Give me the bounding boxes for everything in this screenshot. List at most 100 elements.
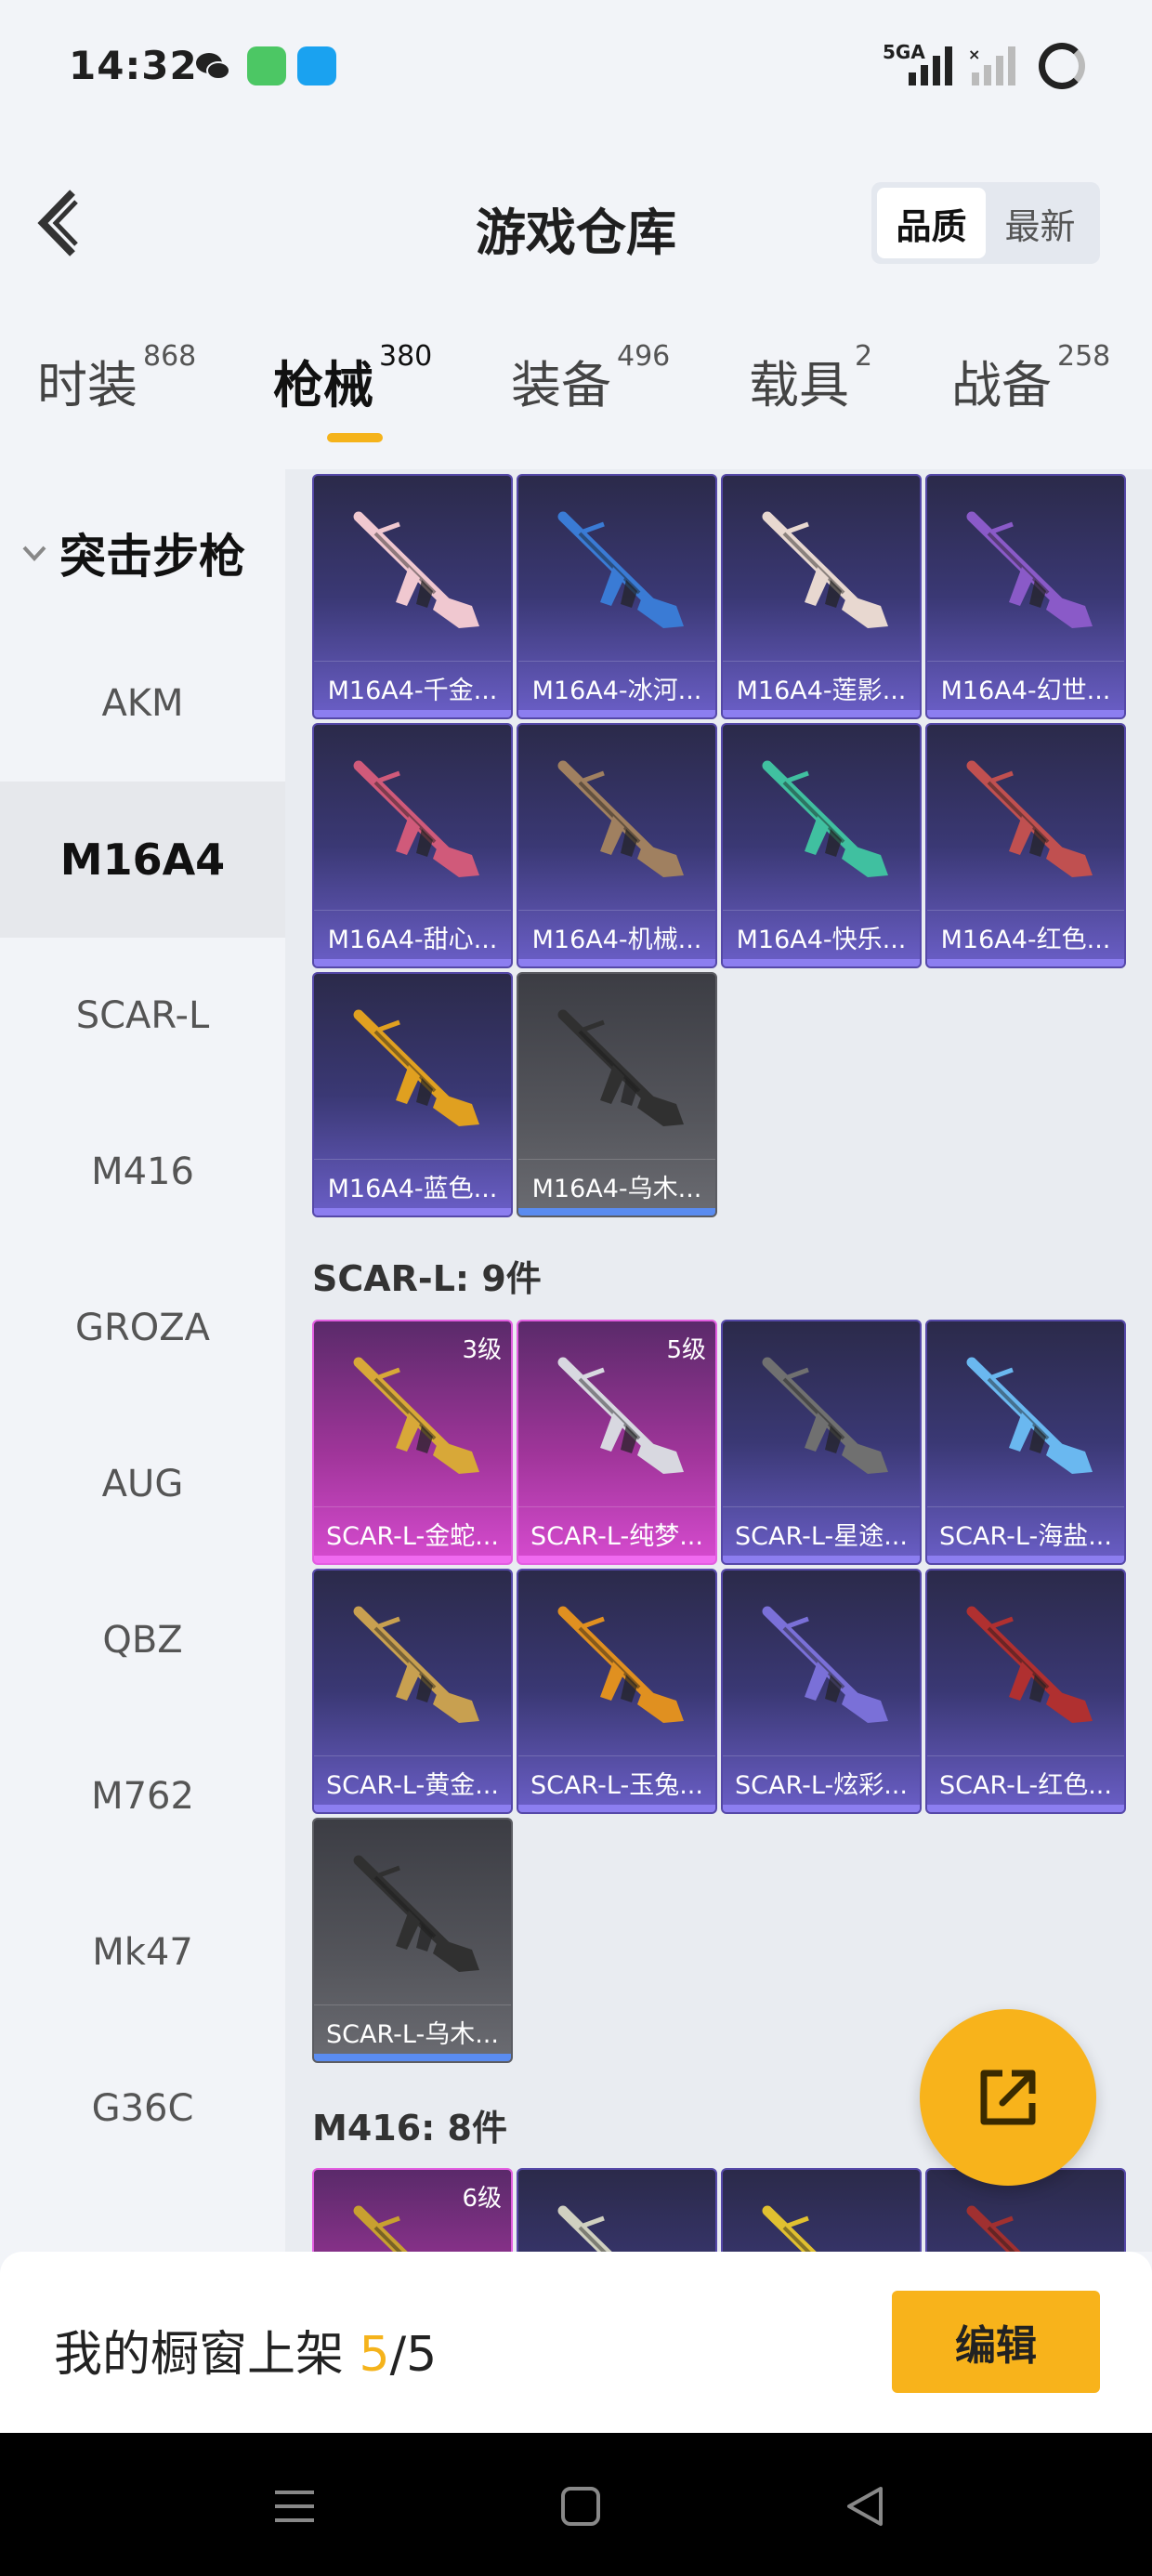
skin-card[interactable] xyxy=(517,2168,717,2252)
rifle-icon xyxy=(762,760,888,877)
level-badge: 3级 xyxy=(462,1336,502,1364)
skin-card[interactable]: SCAR-L-乌木... xyxy=(312,1818,513,2063)
skin-card[interactable]: SCAR-L-红色... xyxy=(925,1569,1126,1814)
label-divider xyxy=(723,910,920,911)
label-divider xyxy=(927,1506,1124,1507)
rifle-icon xyxy=(762,1606,888,1723)
rifle-icon xyxy=(966,511,1093,628)
skin-card[interactable]: M16A4-乌木... xyxy=(517,972,717,1217)
skin-card[interactable]: SCAR-L-海盐... xyxy=(925,1320,1126,1565)
rifle-icon xyxy=(353,760,479,877)
rifle-icon xyxy=(557,511,684,628)
tab-gear[interactable]: 战备 258 xyxy=(951,340,1110,437)
sidebar-item-scar-l[interactable]: SCAR-L xyxy=(0,938,285,1094)
signal-weak-icon: × xyxy=(968,46,1015,85)
skin-name: M16A4-甜心... xyxy=(327,926,498,954)
sidebar-item-m762[interactable]: M762 xyxy=(0,1718,285,1874)
skin-card[interactable]: SCAR-L-玉兔... xyxy=(517,1569,717,1814)
sidebar-item-aug[interactable]: AUG xyxy=(0,1406,285,1562)
skin-card[interactable]: M16A4-千金... xyxy=(312,474,513,719)
skin-card[interactable] xyxy=(721,2168,922,2252)
tab-equipment[interactable]: 装备 496 xyxy=(511,340,670,437)
message-app-icon xyxy=(247,46,286,85)
skin-card[interactable]: M16A4-蓝色... xyxy=(312,972,513,1217)
rarity-bar xyxy=(314,710,511,717)
label-divider xyxy=(314,1755,511,1756)
rifle-icon xyxy=(353,1606,479,1723)
header: 游戏仓库 品质 最新 xyxy=(0,130,1152,316)
sidebar-item-groza[interactable]: GROZA xyxy=(0,1250,285,1406)
sidebar-group-assault-rifles[interactable]: 突击步枪 xyxy=(0,506,285,599)
skin-card[interactable]: M16A4-红色... xyxy=(925,723,1126,968)
skin-card[interactable]: 5级 SCAR-L-纯梦... xyxy=(517,1320,717,1565)
tab-label: 时装 xyxy=(37,356,137,414)
system-nav-bar xyxy=(0,2433,1152,2576)
skin-grid-area: SCAR-L: 9件 M416: 8件 M16A4-千金... M16A4-冰河.… xyxy=(285,469,1152,2252)
back-chevron-icon[interactable] xyxy=(33,181,89,265)
label-divider xyxy=(518,661,715,662)
sidebar-item-m416[interactable]: M416 xyxy=(0,1094,285,1250)
sort-newest-button[interactable]: 最新 xyxy=(986,188,1094,258)
label-divider xyxy=(518,1755,715,1756)
status-bar: 14:32 5GA × xyxy=(0,0,1152,130)
skin-card[interactable]: 3级 SCAR-L-金蛇... xyxy=(312,1320,513,1565)
tab-count: 380 xyxy=(379,340,433,373)
tab-fashion[interactable]: 时装 868 xyxy=(37,340,196,437)
showcase-count: 5 xyxy=(359,2327,390,2383)
rarity-bar xyxy=(927,1556,1124,1563)
rifle-icon xyxy=(966,1357,1093,1474)
skin-card[interactable]: M16A4-快乐... xyxy=(721,723,922,968)
status-time: 14:32 xyxy=(69,43,198,88)
sidebar-item-akm[interactable]: AKM xyxy=(0,625,285,782)
tab-guns[interactable]: 枪械 380 xyxy=(273,340,432,437)
sidebar-item-mk47[interactable]: Mk47 xyxy=(0,1874,285,2031)
edit-button[interactable]: 编辑 xyxy=(892,2291,1100,2393)
sort-quality-button[interactable]: 品质 xyxy=(877,188,986,258)
warehouse-page: 14:32 5GA × 游戏仓库 品质 最新 时装 868 枪械 380 装备 … xyxy=(0,0,1152,2576)
skin-card[interactable]: M16A4-莲影... xyxy=(721,474,922,719)
rarity-bar xyxy=(518,959,715,966)
rarity-bar xyxy=(518,1208,715,1216)
battery-icon xyxy=(1039,43,1085,89)
rifle-icon xyxy=(966,2205,1021,2252)
skin-card[interactable]: M16A4-幻世... xyxy=(925,474,1126,719)
rarity-bar xyxy=(518,1556,715,1563)
rarity-bar xyxy=(314,1208,511,1216)
rarity-bar xyxy=(723,1556,920,1563)
home-icon[interactable] xyxy=(556,2481,606,2531)
skin-card[interactable]: 6级 xyxy=(312,2168,513,2252)
skin-name: M16A4-莲影... xyxy=(736,677,907,705)
share-external-icon xyxy=(980,2070,1036,2125)
skin-name: M16A4-红色... xyxy=(940,926,1111,954)
tab-label: 枪械 xyxy=(273,356,373,414)
skin-card[interactable]: SCAR-L-星途... xyxy=(721,1320,922,1565)
skin-card[interactable]: M16A4-甜心... xyxy=(312,723,513,968)
svg-text:×: × xyxy=(968,46,980,63)
tab-label: 载具 xyxy=(749,356,849,414)
tab-count: 496 xyxy=(617,340,671,373)
section-title-m416: M416: 8件 xyxy=(312,2108,508,2149)
sidebar-item-qbz[interactable]: QBZ xyxy=(0,1562,285,1718)
skin-card[interactable]: SCAR-L-黄金... xyxy=(312,1569,513,1814)
skin-card[interactable]: M16A4-冰河... xyxy=(517,474,717,719)
label-divider xyxy=(723,1755,920,1756)
share-fab-button[interactable] xyxy=(920,2009,1096,2186)
tab-vehicles[interactable]: 载具 2 xyxy=(749,340,872,437)
skin-card[interactable]: SCAR-L-炫彩... xyxy=(721,1569,922,1814)
menu-icon[interactable] xyxy=(269,2481,320,2531)
label-divider xyxy=(927,910,1124,911)
weapon-sidebar: 突击步枪 AKM M16A4 SCAR-L M416 GROZA AUG QBZ… xyxy=(0,469,285,2254)
showcase-total: /5 xyxy=(389,2327,438,2383)
skin-card[interactable]: M16A4-机械... xyxy=(517,723,717,968)
label-divider xyxy=(518,1159,715,1160)
tab-count: 258 xyxy=(1057,340,1111,373)
sidebar-item-m16a4[interactable]: M16A4 xyxy=(0,782,285,938)
rarity-bar xyxy=(314,2054,511,2061)
sidebar-item-g36c[interactable]: G36C xyxy=(0,2031,285,2187)
tab-count: 2 xyxy=(855,340,873,373)
skin-name: SCAR-L-玉兔... xyxy=(530,1771,703,1800)
skin-name: M16A4-机械... xyxy=(531,926,702,954)
rifle-icon xyxy=(762,2205,817,2252)
label-divider xyxy=(314,1159,511,1160)
back-nav-icon[interactable] xyxy=(840,2481,890,2531)
